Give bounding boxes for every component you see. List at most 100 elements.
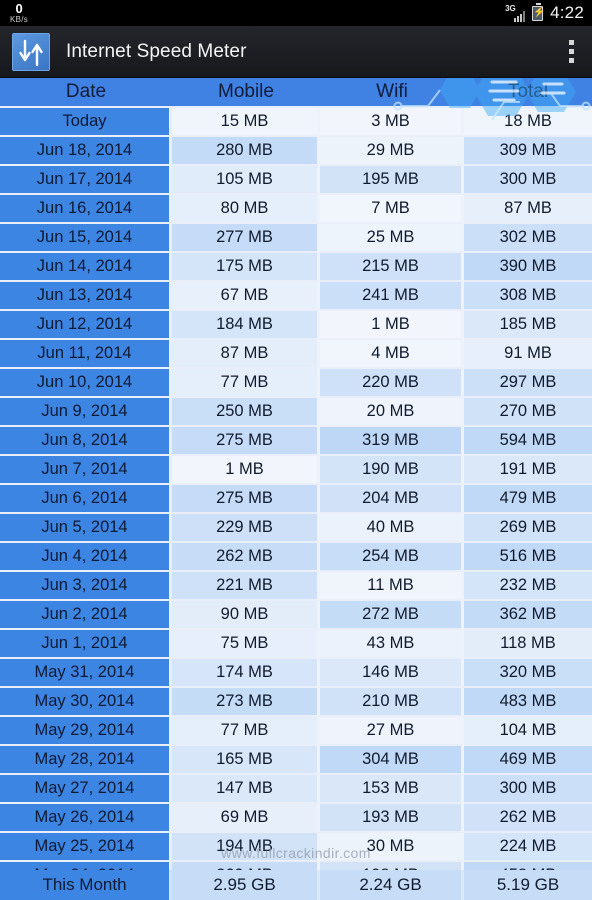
column-header-total[interactable]: Total bbox=[464, 81, 592, 103]
status-bar-right-group: 3G ⚡ 4:22 bbox=[505, 2, 584, 23]
battery-bolt-glyph: ⚡ bbox=[533, 6, 546, 18]
cell-date: Jun 9, 2014 bbox=[0, 398, 172, 427]
cell-total: 516 MB bbox=[464, 543, 592, 572]
table-row[interactable]: Jun 17, 2014 105 MB 195 MB 300 MB bbox=[0, 166, 592, 195]
cell-total: 362 MB bbox=[464, 601, 592, 630]
column-header-date[interactable]: Date bbox=[0, 81, 172, 103]
cell-wifi: 241 MB bbox=[320, 282, 464, 311]
column-header-wifi[interactable]: Wifi bbox=[320, 81, 464, 103]
table-row[interactable]: Jun 8, 2014 275 MB 319 MB 594 MB bbox=[0, 427, 592, 456]
cell-mobile: 175 MB bbox=[172, 253, 320, 282]
cell-total: 479 MB bbox=[464, 485, 592, 514]
cell-date: Jun 1, 2014 bbox=[0, 630, 172, 659]
status-bar-clock: 4:22 bbox=[550, 3, 584, 22]
table-row[interactable]: May 27, 2014 147 MB 153 MB 300 MB bbox=[0, 775, 592, 804]
cell-mobile: 15 MB bbox=[172, 108, 320, 137]
cell-total: 300 MB bbox=[464, 166, 592, 195]
cell-mobile: 250 MB bbox=[172, 398, 320, 427]
cell-total: 469 MB bbox=[464, 746, 592, 775]
cell-date: Jun 16, 2014 bbox=[0, 195, 172, 224]
app-screen: 0 KB/s 3G ⚡ 4:22 Internet Speed Meter Da… bbox=[0, 0, 592, 900]
table-row[interactable]: Jun 18, 2014 280 MB 29 MB 309 MB bbox=[0, 137, 592, 166]
table-row[interactable]: May 29, 2014 77 MB 27 MB 104 MB bbox=[0, 717, 592, 746]
cell-total: 269 MB bbox=[464, 514, 592, 543]
app-title: Internet Speed Meter bbox=[66, 40, 247, 62]
cell-total: 270 MB bbox=[464, 398, 592, 427]
table-row[interactable]: Jun 10, 2014 77 MB 220 MB 297 MB bbox=[0, 369, 592, 398]
cell-total: 300 MB bbox=[464, 775, 592, 804]
table-row[interactable]: Jun 7, 2014 1 MB 190 MB 191 MB bbox=[0, 456, 592, 485]
signal-strength-icon: 3G bbox=[505, 3, 526, 22]
cell-total: 309 MB bbox=[464, 137, 592, 166]
cell-mobile: 147 MB bbox=[172, 775, 320, 804]
table-row[interactable]: Jun 11, 2014 87 MB 4 MB 91 MB bbox=[0, 340, 592, 369]
table-row[interactable]: Jun 3, 2014 221 MB 11 MB 232 MB bbox=[0, 572, 592, 601]
table-row[interactable]: Jun 2, 2014 90 MB 272 MB 362 MB bbox=[0, 601, 592, 630]
table-row[interactable]: Today 15 MB 3 MB 18 MB bbox=[0, 108, 592, 137]
cell-date: May 29, 2014 bbox=[0, 717, 172, 746]
table-row[interactable]: Jun 14, 2014 175 MB 215 MB 390 MB bbox=[0, 253, 592, 282]
cell-wifi: 210 MB bbox=[320, 688, 464, 717]
cell-wifi: 25 MB bbox=[320, 224, 464, 253]
summary-mobile-total: 2.95 GB bbox=[172, 870, 320, 900]
table-row[interactable]: Jun 4, 2014 262 MB 254 MB 516 MB bbox=[0, 543, 592, 572]
usage-table-body[interactable]: Today 15 MB 3 MB 18 MB Jun 18, 2014 280 MB 29 … bbox=[0, 108, 592, 900]
column-header-mobile[interactable]: Mobile bbox=[172, 81, 320, 103]
cell-wifi: 30 MB bbox=[320, 833, 464, 862]
cell-mobile: 194 MB bbox=[172, 833, 320, 862]
cell-date: May 26, 2014 bbox=[0, 804, 172, 833]
network-speed-unit: KB/s bbox=[10, 15, 29, 24]
cell-date: Jun 5, 2014 bbox=[0, 514, 172, 543]
battery-charging-icon: ⚡ bbox=[532, 2, 546, 21]
cell-wifi: 3 MB bbox=[320, 108, 464, 137]
cell-total: 224 MB bbox=[464, 833, 592, 862]
cell-mobile: 262 MB bbox=[172, 543, 320, 572]
cell-date: Today bbox=[0, 108, 172, 137]
cell-mobile: 275 MB bbox=[172, 485, 320, 514]
cell-total: 483 MB bbox=[464, 688, 592, 717]
cell-mobile: 174 MB bbox=[172, 659, 320, 688]
cell-mobile: 77 MB bbox=[172, 717, 320, 746]
cell-wifi: 1 MB bbox=[320, 311, 464, 340]
cell-wifi: 4 MB bbox=[320, 340, 464, 369]
cell-mobile: 165 MB bbox=[172, 746, 320, 775]
table-row[interactable]: May 30, 2014 273 MB 210 MB 483 MB bbox=[0, 688, 592, 717]
cell-mobile: 69 MB bbox=[172, 804, 320, 833]
cell-wifi: 43 MB bbox=[320, 630, 464, 659]
cell-date: May 28, 2014 bbox=[0, 746, 172, 775]
table-row[interactable]: Jun 13, 2014 67 MB 241 MB 308 MB bbox=[0, 282, 592, 311]
cell-total: 262 MB bbox=[464, 804, 592, 833]
cell-total: 18 MB bbox=[464, 108, 592, 137]
cell-date: Jun 10, 2014 bbox=[0, 369, 172, 398]
cell-wifi: 40 MB bbox=[320, 514, 464, 543]
table-row[interactable]: May 25, 2014 194 MB 30 MB 224 MB bbox=[0, 833, 592, 862]
network-type-label: 3G bbox=[505, 3, 516, 13]
network-speed-value: 0 bbox=[15, 1, 23, 16]
cell-wifi: 254 MB bbox=[320, 543, 464, 572]
cell-total: 118 MB bbox=[464, 630, 592, 659]
cell-mobile: 280 MB bbox=[172, 137, 320, 166]
table-row[interactable]: Jun 6, 2014 275 MB 204 MB 479 MB bbox=[0, 485, 592, 514]
cell-date: Jun 15, 2014 bbox=[0, 224, 172, 253]
cell-date: Jun 2, 2014 bbox=[0, 601, 172, 630]
summary-row-this-month: This Month 2.95 GB 2.24 GB 5.19 GB bbox=[0, 870, 592, 900]
summary-grand-total: 5.19 GB bbox=[464, 870, 592, 900]
table-row[interactable]: Jun 16, 2014 80 MB 7 MB 87 MB bbox=[0, 195, 592, 224]
cell-mobile: 77 MB bbox=[172, 369, 320, 398]
table-row[interactable]: May 31, 2014 174 MB 146 MB 320 MB bbox=[0, 659, 592, 688]
cell-wifi: 27 MB bbox=[320, 717, 464, 746]
table-row[interactable]: May 26, 2014 69 MB 193 MB 262 MB bbox=[0, 804, 592, 833]
table-row[interactable]: Jun 15, 2014 277 MB 25 MB 302 MB bbox=[0, 224, 592, 253]
table-row[interactable]: Jun 9, 2014 250 MB 20 MB 270 MB bbox=[0, 398, 592, 427]
table-row[interactable]: Jun 5, 2014 229 MB 40 MB 269 MB bbox=[0, 514, 592, 543]
cell-mobile: 184 MB bbox=[172, 311, 320, 340]
overflow-menu-icon[interactable] bbox=[561, 34, 582, 69]
cell-date: Jun 13, 2014 bbox=[0, 282, 172, 311]
cell-mobile: 67 MB bbox=[172, 282, 320, 311]
table-row[interactable]: Jun 1, 2014 75 MB 43 MB 118 MB bbox=[0, 630, 592, 659]
cell-mobile: 75 MB bbox=[172, 630, 320, 659]
summary-label: This Month bbox=[0, 870, 172, 900]
table-row[interactable]: May 28, 2014 165 MB 304 MB 469 MB bbox=[0, 746, 592, 775]
table-header-row: Date Mobile Wifi Total bbox=[0, 78, 592, 108]
table-row[interactable]: Jun 12, 2014 184 MB 1 MB 185 MB bbox=[0, 311, 592, 340]
